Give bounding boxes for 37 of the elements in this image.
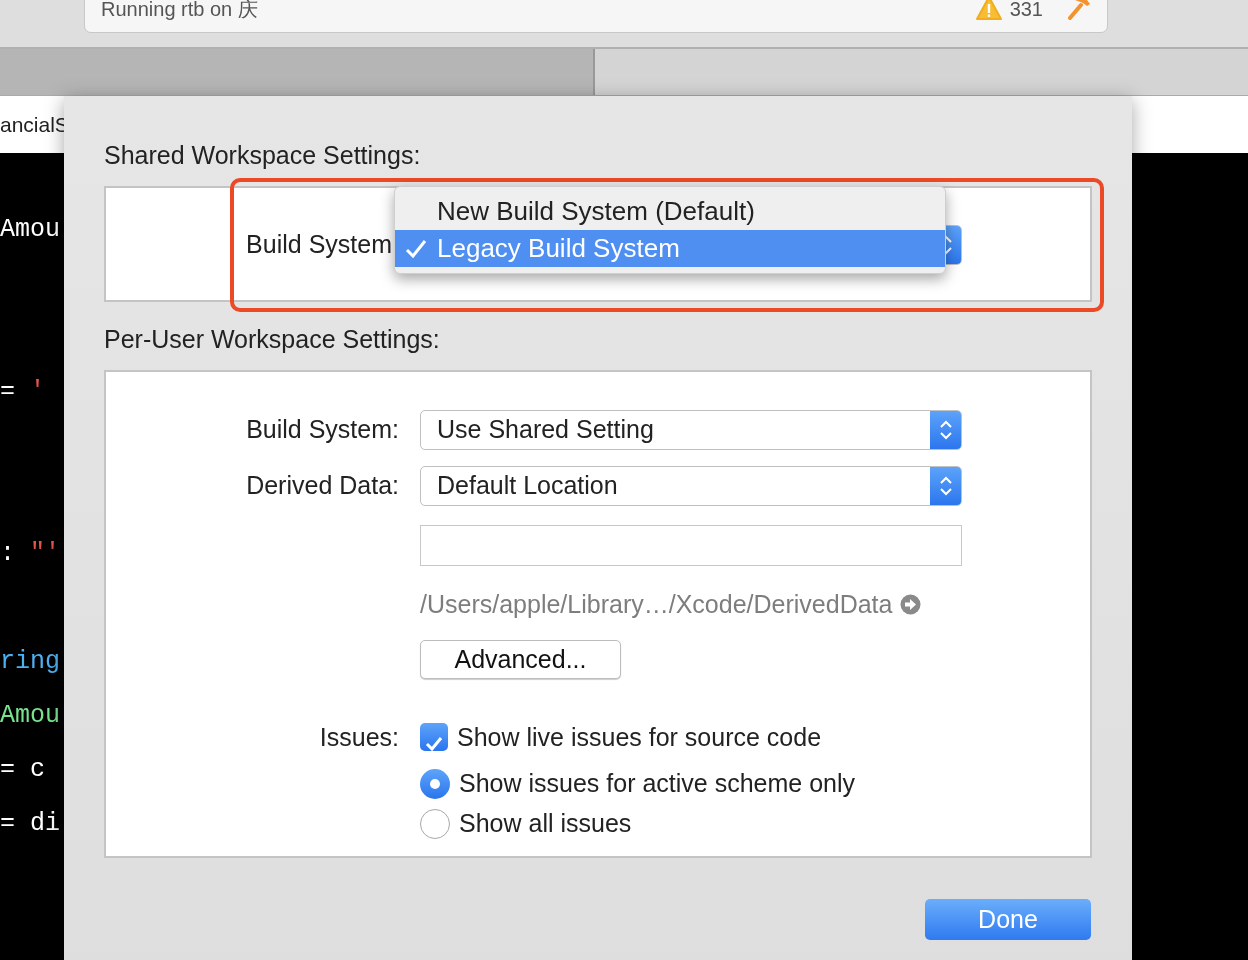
field-label: Derived Data: (245, 470, 399, 502)
code-text: Amou (0, 215, 60, 244)
chevron-up-down-icon (930, 411, 961, 449)
code-text: : (0, 539, 16, 568)
code-text: ' (30, 377, 46, 406)
radio-label: Show issues for active scheme only (459, 768, 855, 800)
code-text: "' (30, 539, 61, 568)
radio-label: Show all issues (459, 808, 632, 840)
checkmark-icon (405, 239, 427, 259)
code-text: = c (0, 755, 45, 784)
radio-button[interactable] (420, 769, 450, 799)
section-heading: Per-User Workspace Settings: (104, 324, 441, 354)
code-text: = di (0, 809, 60, 838)
warning-icon[interactable] (975, 0, 1002, 20)
warning-count[interactable]: 331 (1009, 0, 1043, 24)
menu-item[interactable]: New Build System (Default) (395, 193, 945, 230)
editor-tab[interactable] (0, 49, 595, 95)
build-system-popup[interactable]: Use Shared Setting (420, 410, 962, 450)
path-text: /Users/apple/Library…/Xcode/DerivedData (420, 589, 893, 620)
code-text: = (0, 377, 16, 406)
hammer-icon[interactable] (1067, 0, 1091, 20)
field-label: Build System (245, 229, 392, 261)
chevron-up-down-icon (930, 467, 961, 505)
field-label: Build System: (245, 414, 399, 446)
section-heading: Shared Workspace Settings: (104, 140, 422, 170)
checkbox-label: Show live issues for source code (457, 721, 822, 753)
radio-button[interactable] (420, 809, 450, 839)
field-label: Issues: (318, 721, 399, 753)
derived-data-popup[interactable]: Default Location (420, 466, 962, 506)
arrow-circle-icon[interactable] (900, 594, 922, 616)
checkbox[interactable] (420, 723, 448, 752)
code-text: Amou (0, 701, 60, 730)
editor-tab[interactable] (595, 49, 1248, 95)
status-text: Running rtb on 庆 (101, 0, 258, 22)
advanced-button[interactable]: Advanced... (420, 639, 621, 679)
code-text: ring (0, 647, 60, 676)
path-input-field[interactable] (420, 525, 962, 566)
